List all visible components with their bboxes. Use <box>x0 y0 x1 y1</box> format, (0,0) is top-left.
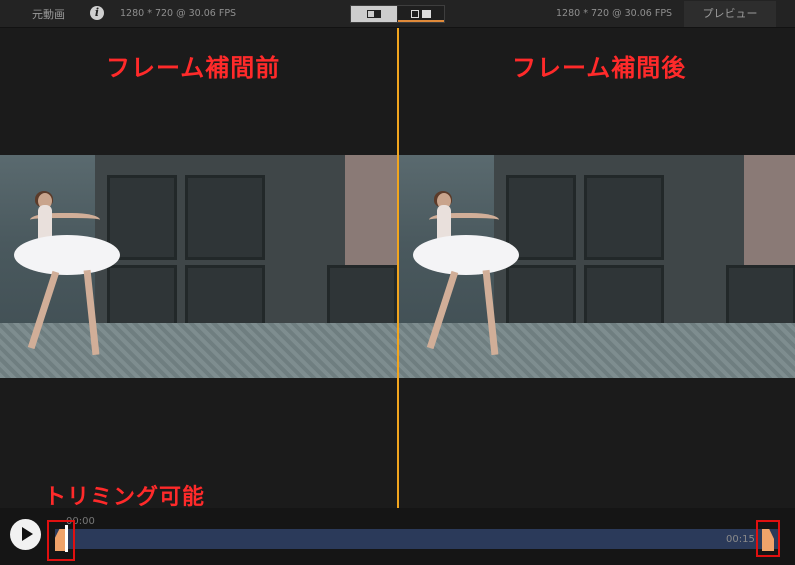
side-by-side-icon <box>411 10 419 18</box>
end-time: 00:15 <box>726 534 755 545</box>
tab-preview[interactable]: プレビュー <box>684 1 776 27</box>
after-interpolation-heading: フレーム補間後 <box>512 54 687 82</box>
side-by-side-button[interactable] <box>398 6 444 22</box>
timeline-track[interactable] <box>55 529 780 549</box>
view-mode-toggle <box>350 5 445 23</box>
split-view-icon <box>367 10 381 18</box>
original-video-frame <box>0 155 397 378</box>
compare-divider[interactable] <box>397 28 399 508</box>
play-button[interactable] <box>10 519 41 550</box>
source-resolution: 1280 * 720 @ 30.06 FPS <box>120 8 237 19</box>
top-bar: 元動画 i 1280 * 720 @ 30.06 FPS 1280 * 720 … <box>0 0 795 28</box>
source-video-label: 元動画 <box>32 8 65 21</box>
trim-start-highlight <box>47 520 75 561</box>
before-interpolation-heading: フレーム補間前 <box>106 54 281 82</box>
info-icon[interactable]: i <box>90 6 104 20</box>
interpolated-video-frame <box>399 155 795 378</box>
trim-annotation: トリミング可能 <box>44 485 206 510</box>
split-view-button[interactable] <box>351 6 397 22</box>
preview-resolution: 1280 * 720 @ 30.06 FPS <box>556 8 673 19</box>
trim-end-highlight <box>756 520 780 557</box>
